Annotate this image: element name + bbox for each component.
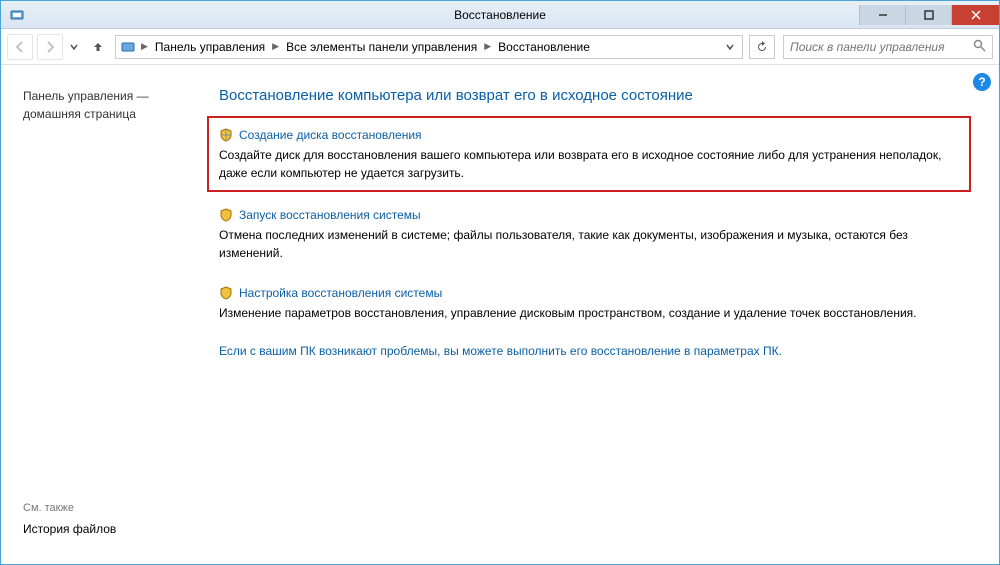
pc-settings-recovery-link[interactable]: Если с вашим ПК возникают проблемы, вы м… <box>219 344 959 358</box>
navbar: ▶ Панель управления ▶ Все элементы панел… <box>1 29 999 65</box>
titlebar: Восстановление <box>1 1 999 29</box>
content: Панель управления — домашняя страница См… <box>1 65 999 564</box>
sidebar-home-line1: Панель управления — <box>23 87 199 105</box>
sidebar-home-link[interactable]: Панель управления — домашняя страница <box>23 87 199 123</box>
recovery-icon <box>9 7 25 23</box>
create-recovery-drive-desc: Создайте диск для восстановления вашего … <box>219 146 959 182</box>
option-configure-system-restore: Настройка восстановления системы Изменен… <box>219 284 959 322</box>
configure-system-restore-desc: Изменение параметров восстановления, упр… <box>219 304 959 322</box>
shield-icon <box>219 286 233 300</box>
refresh-button[interactable] <box>749 35 775 59</box>
start-system-restore-link[interactable]: Запуск восстановления системы <box>239 206 421 224</box>
sidebar-bottom: См. также История файлов <box>23 502 199 552</box>
address-dropdown-icon[interactable] <box>722 40 738 54</box>
window-controls <box>859 5 999 25</box>
window-title: Восстановление <box>454 8 546 22</box>
sidebar: Панель управления — домашняя страница См… <box>1 65 211 564</box>
close-button[interactable] <box>951 5 999 25</box>
minimize-button[interactable] <box>859 5 905 25</box>
history-dropdown[interactable] <box>67 34 81 60</box>
address-bar[interactable]: ▶ Панель управления ▶ Все элементы панел… <box>115 35 743 59</box>
breadcrumb-seg-2[interactable]: Все элементы панели управления <box>284 40 479 54</box>
sidebar-home-line2: домашняя страница <box>23 105 199 123</box>
back-button[interactable] <box>7 34 33 60</box>
option-start-system-restore: Запуск восстановления системы Отмена пос… <box>219 206 959 262</box>
search-icon <box>973 39 986 55</box>
breadcrumb-seg-3[interactable]: Восстановление <box>496 40 592 54</box>
breadcrumb-separator-icon: ▶ <box>481 41 494 52</box>
shield-icon <box>219 128 233 142</box>
help-button[interactable]: ? <box>973 73 991 91</box>
breadcrumb-separator-icon: ▶ <box>138 41 151 52</box>
search-box[interactable] <box>783 35 993 59</box>
page-heading: Восстановление компьютера или возврат ег… <box>219 87 959 104</box>
shield-icon <box>219 208 233 222</box>
main-panel: ? Восстановление компьютера или возврат … <box>211 65 999 564</box>
breadcrumb-seg-1[interactable]: Панель управления <box>153 40 267 54</box>
control-panel-icon <box>120 39 136 55</box>
configure-system-restore-link[interactable]: Настройка восстановления системы <box>239 284 442 302</box>
forward-button[interactable] <box>37 34 63 60</box>
maximize-button[interactable] <box>905 5 951 25</box>
start-system-restore-desc: Отмена последних изменений в системе; фа… <box>219 226 959 262</box>
search-input[interactable] <box>790 40 973 54</box>
see-also-label: См. также <box>23 502 199 514</box>
create-recovery-drive-link[interactable]: Создание диска восстановления <box>239 126 422 144</box>
up-button[interactable] <box>85 34 111 60</box>
file-history-link[interactable]: История файлов <box>23 522 199 536</box>
breadcrumb-separator-icon: ▶ <box>269 41 282 52</box>
option-create-recovery-drive: Создание диска восстановления Создайте д… <box>207 116 971 192</box>
